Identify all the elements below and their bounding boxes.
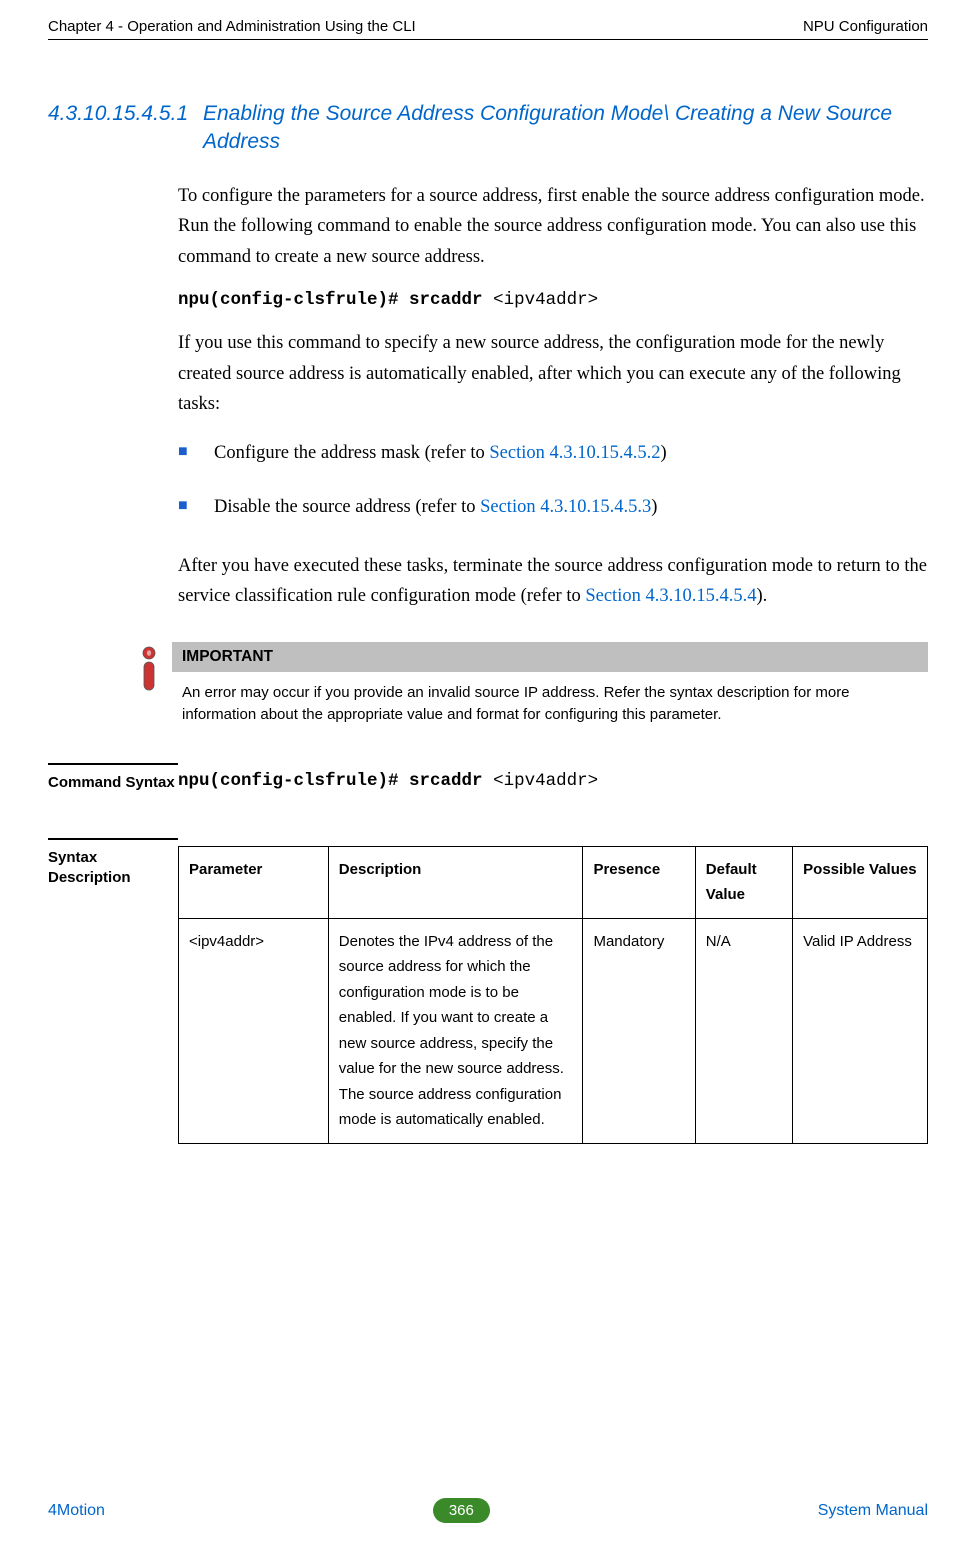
- command-argument: <ipv4addr>: [493, 771, 598, 791]
- command-prefix: npu(config-clsfrule)# srcaddr: [178, 771, 493, 791]
- note-text: An error may occur if you provide an inv…: [172, 672, 928, 726]
- page-header: Chapter 4 - Operation and Administration…: [48, 18, 928, 40]
- footer-right: System Manual: [818, 1502, 928, 1520]
- cross-reference-link[interactable]: Section 4.3.10.15.4.5.2: [489, 443, 660, 463]
- important-note: IMPORTANT An error may occur if you prov…: [138, 642, 928, 726]
- intro-paragraph-1: To configure the parameters for a source…: [178, 181, 928, 273]
- page-footer: 4Motion 366 System Manual: [48, 1498, 928, 1523]
- syntax-description-row: Syntax Description Parameter Description…: [48, 838, 928, 1144]
- cell-parameter: <ipv4addr>: [179, 918, 329, 1143]
- cell-description: Denotes the IPv4 address of the source a…: [328, 918, 583, 1143]
- section-heading: 4.3.10.15.4.5.1 Enabling the Source Addr…: [48, 100, 928, 157]
- list-item: Configure the address mask (refer to Sec…: [178, 438, 928, 469]
- para-text: After you have executed these tasks, ter…: [178, 556, 927, 607]
- cell-default: N/A: [695, 918, 792, 1143]
- cross-reference-link[interactable]: Section 4.3.10.15.4.5.3: [480, 497, 651, 517]
- command-prefix: npu(config-clsfrule)# srcaddr: [178, 290, 493, 310]
- section-number: 4.3.10.15.4.5.1: [48, 100, 203, 157]
- col-description: Description: [328, 846, 583, 918]
- cell-possible: Valid IP Address: [793, 918, 928, 1143]
- section-title: Enabling the Source Address Configuratio…: [203, 100, 928, 157]
- col-possible: Possible Values: [793, 846, 928, 918]
- closing-paragraph: After you have executed these tasks, ter…: [178, 551, 928, 612]
- col-presence: Presence: [583, 846, 695, 918]
- col-default: Default Value: [695, 846, 792, 918]
- col-parameter: Parameter: [179, 846, 329, 918]
- command-syntax-label: Command Syntax: [48, 763, 178, 793]
- header-right: NPU Configuration: [803, 18, 928, 35]
- task-list: Configure the address mask (refer to Sec…: [178, 438, 928, 523]
- header-left: Chapter 4 - Operation and Administration…: [48, 18, 416, 35]
- cell-presence: Mandatory: [583, 918, 695, 1143]
- para-suffix: ).: [756, 586, 767, 606]
- footer-left: 4Motion: [48, 1502, 105, 1520]
- list-item: Disable the source address (refer to Sec…: [178, 492, 928, 523]
- command-example-1: npu(config-clsfrule)# srcaddr <ipv4addr>: [178, 290, 928, 310]
- list-item-text: Disable the source address (refer to: [214, 497, 480, 517]
- command-argument: <ipv4addr>: [493, 290, 598, 310]
- page-number-badge: 366: [433, 1498, 490, 1523]
- table-row: <ipv4addr> Denotes the IPv4 address of t…: [179, 918, 928, 1143]
- info-icon: [138, 642, 172, 699]
- command-syntax-row: Command Syntax npu(config-clsfrule)# src…: [48, 763, 928, 793]
- syntax-description-label: Syntax Description: [48, 838, 178, 1144]
- list-item-suffix: ): [651, 497, 657, 517]
- note-body: IMPORTANT An error may occur if you prov…: [172, 642, 928, 726]
- syntax-table: Parameter Description Presence Default V…: [178, 846, 928, 1144]
- table-header-row: Parameter Description Presence Default V…: [179, 846, 928, 918]
- note-title: IMPORTANT: [172, 642, 928, 672]
- intro-paragraph-2: If you use this command to specify a new…: [178, 328, 928, 420]
- list-item-text: Configure the address mask (refer to: [214, 443, 489, 463]
- cross-reference-link[interactable]: Section 4.3.10.15.4.5.4: [585, 586, 756, 606]
- command-syntax-value: npu(config-clsfrule)# srcaddr <ipv4addr>: [178, 771, 928, 791]
- list-item-suffix: ): [660, 443, 666, 463]
